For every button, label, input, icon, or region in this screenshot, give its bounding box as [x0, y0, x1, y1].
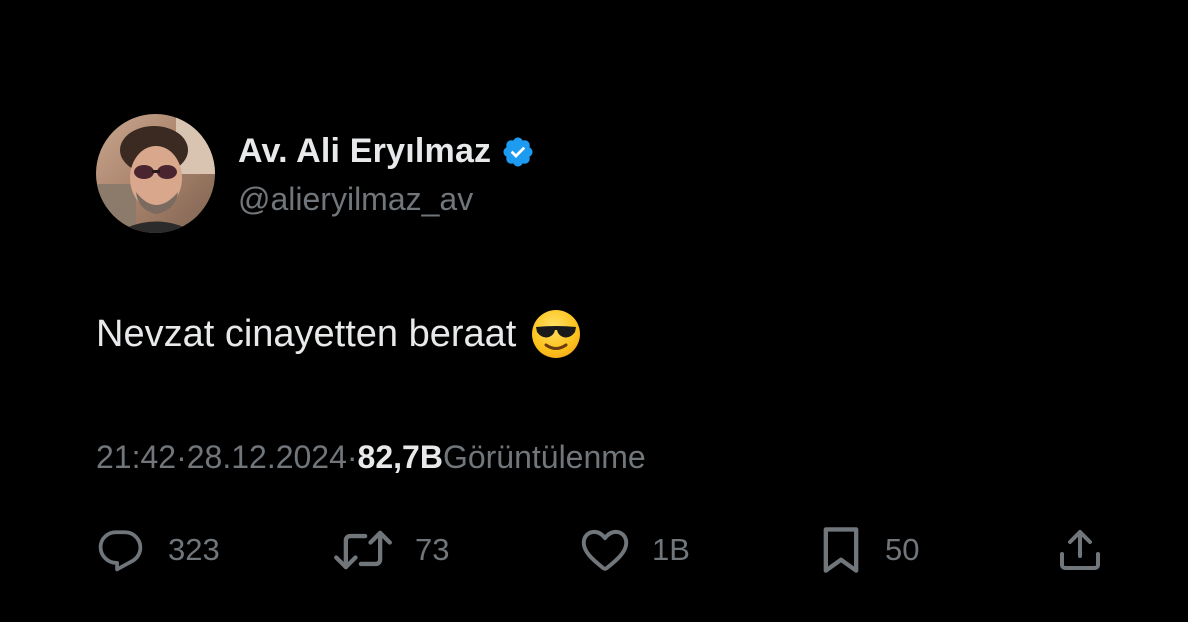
- bookmark-icon: [819, 524, 863, 576]
- retweet-icon: [333, 528, 393, 572]
- reply-count: 323: [168, 532, 220, 567]
- tweet-text: Nevzat cinayetten beraat: [96, 312, 517, 355]
- tweet-body: Nevzat cinayetten beraat: [96, 306, 582, 362]
- display-name[interactable]: Av. Ali Eryılmaz: [238, 132, 491, 171]
- reply-icon: [96, 527, 146, 573]
- avatar[interactable]: [96, 114, 215, 233]
- meta-separator: ·: [346, 438, 358, 475]
- reply-button[interactable]: 323: [96, 525, 220, 575]
- retweet-count: 73: [415, 532, 450, 567]
- heart-icon: [580, 528, 630, 572]
- author-handle[interactable]: @alieryilmaz_av: [238, 181, 473, 218]
- bookmark-count: 50: [885, 532, 920, 567]
- sunglasses-emoji-icon: [530, 308, 582, 360]
- retweet-button[interactable]: 73: [333, 525, 449, 575]
- author-name-row: Av. Ali Eryılmaz: [238, 130, 535, 172]
- like-button[interactable]: 1B: [580, 525, 690, 575]
- bookmark-button[interactable]: 50: [819, 525, 919, 575]
- views-count: 82,7B: [357, 438, 443, 475]
- tweet-time[interactable]: 21:42: [96, 439, 176, 476]
- action-bar: 323 73 1B 50: [0, 525, 1188, 575]
- like-count: 1B: [652, 532, 690, 567]
- tweet-card: Av. Ali Eryılmaz @alieryilmaz_av Nevzat …: [0, 0, 1188, 622]
- tweet-meta: 21:42 · 28.12.2024 · 82,7B Görüntülenme: [96, 436, 646, 478]
- verified-badge-icon: [501, 135, 535, 169]
- share-icon: [1056, 526, 1104, 574]
- views-label: Görüntülenme: [442, 438, 646, 475]
- meta-separator: ·: [176, 438, 187, 475]
- share-button[interactable]: [1056, 525, 1104, 575]
- tweet-date[interactable]: 28.12.2024: [187, 439, 347, 476]
